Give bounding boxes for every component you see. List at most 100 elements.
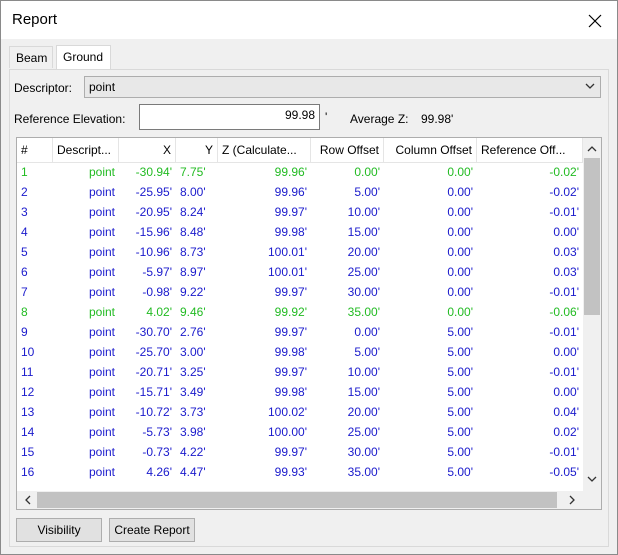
close-button[interactable] bbox=[583, 10, 607, 32]
horizontal-scroll-thumb[interactable] bbox=[37, 492, 557, 508]
table-row[interactable]: 14 point -5.73' 3.98' 100.00' 25.00' 5.00' 0.02… bbox=[17, 422, 583, 442]
table-row[interactable]: 4 point -15.96' 8.48' 99.98' 15.00' 0.00' 0.00' bbox=[17, 222, 583, 242]
window-title: Report bbox=[12, 11, 58, 28]
cell-descriptor: point bbox=[88, 465, 115, 479]
title-bar: Report bbox=[1, 1, 617, 39]
chevron-up-icon bbox=[587, 145, 597, 151]
average-z-value: 99.98' bbox=[421, 112, 454, 126]
cell-z: 99.92' bbox=[274, 305, 307, 319]
table-row[interactable]: 2 point -25.95' 8.00' 99.96' 5.00' 0.00' -0.02' bbox=[17, 182, 583, 202]
cell-reference-offset: -0.02' bbox=[549, 165, 579, 179]
scroll-down-arrow[interactable] bbox=[584, 471, 600, 487]
cell-row-offset: 5.00' bbox=[354, 345, 380, 359]
cell-z: 99.97' bbox=[274, 365, 307, 379]
table-row[interactable]: 16 point 4.26' 4.47' 99.93' 35.00' 5.00' -0.05' bbox=[17, 462, 583, 482]
cell-x: -30.70' bbox=[135, 325, 172, 339]
cell-z: 99.98' bbox=[274, 225, 307, 239]
cell-column-offset: 0.00' bbox=[447, 205, 473, 219]
cell-row-offset: 15.00' bbox=[347, 225, 380, 239]
vertical-scroll-thumb[interactable] bbox=[584, 158, 600, 315]
cell-row-offset: 0.00' bbox=[354, 165, 380, 179]
horizontal-scrollbar[interactable] bbox=[17, 491, 583, 509]
cell-z: 99.98' bbox=[274, 345, 307, 359]
reference-elevation-input[interactable]: 99.98 bbox=[139, 104, 320, 130]
cell-row-offset: 25.00' bbox=[347, 425, 380, 439]
table-row[interactable]: 13 point -10.72' 3.73' 100.02' 20.00' 5.00' 0.0… bbox=[17, 402, 583, 422]
cell-number: 15 bbox=[21, 445, 35, 459]
cell-y: 9.22' bbox=[180, 285, 206, 299]
table-row[interactable]: 5 point -10.96' 8.73' 100.01' 20.00' 0.00' 0.03… bbox=[17, 242, 583, 262]
table-row[interactable]: 1 point -30.94' 7.75' 99.96' 0.00' 0.00' -0.02' bbox=[17, 162, 583, 182]
cell-row-offset: 15.00' bbox=[347, 385, 380, 399]
col-header-row-offset[interactable]: Row Offset bbox=[311, 138, 384, 162]
tab-ground[interactable]: Ground bbox=[56, 45, 111, 70]
cell-x: -25.70' bbox=[135, 345, 172, 359]
cell-column-offset: 5.00' bbox=[447, 445, 473, 459]
cell-y: 8.48' bbox=[180, 225, 206, 239]
cell-number: 3 bbox=[21, 205, 28, 219]
points-grid[interactable]: # Descript... X Y Z (Calculate... Row Of… bbox=[16, 137, 602, 510]
cell-reference-offset: -0.01' bbox=[549, 285, 579, 299]
average-z-label: Average Z: bbox=[350, 112, 409, 126]
cell-reference-offset: 0.03' bbox=[553, 265, 579, 279]
cell-y: 3.00' bbox=[180, 345, 206, 359]
cell-row-offset: 35.00' bbox=[347, 305, 380, 319]
chevron-right-icon bbox=[569, 495, 575, 505]
col-header-column-offset[interactable]: Column Offset bbox=[384, 138, 477, 162]
cell-z: 100.01' bbox=[268, 265, 307, 279]
cell-reference-offset: 0.04' bbox=[553, 405, 579, 419]
cell-column-offset: 5.00' bbox=[447, 325, 473, 339]
grid-header: # Descript... X Y Z (Calculate... Row Of… bbox=[17, 138, 583, 163]
cell-row-offset: 10.00' bbox=[347, 365, 380, 379]
cell-reference-offset: 0.00' bbox=[553, 385, 579, 399]
cell-z: 99.93' bbox=[274, 465, 307, 479]
table-row[interactable]: 15 point -0.73' 4.22' 99.97' 30.00' 5.00' -0.01… bbox=[17, 442, 583, 462]
cell-x: -0.73' bbox=[142, 445, 172, 459]
scroll-up-arrow[interactable] bbox=[584, 140, 600, 156]
table-row[interactable]: 7 point -0.98' 9.22' 99.97' 30.00' 0.00' -0.01' bbox=[17, 282, 583, 302]
cell-y: 3.49' bbox=[180, 385, 206, 399]
descriptor-label: Descriptor: bbox=[14, 81, 73, 95]
cell-column-offset: 5.00' bbox=[447, 365, 473, 379]
col-header-descriptor[interactable]: Descript... bbox=[53, 138, 119, 162]
table-row[interactable]: 8 point 4.02' 9.46' 99.92' 35.00' 0.00' -0.06' bbox=[17, 302, 583, 322]
table-row[interactable]: 9 point -30.70' 2.76' 99.97' 0.00' 5.00' -0.01' bbox=[17, 322, 583, 342]
cell-column-offset: 5.00' bbox=[447, 345, 473, 359]
reference-unit: ' bbox=[325, 110, 328, 124]
create-report-button[interactable]: Create Report bbox=[109, 518, 195, 542]
cell-y: 8.24' bbox=[180, 205, 206, 219]
tab-beam[interactable]: Beam bbox=[9, 46, 53, 68]
cell-column-offset: 0.00' bbox=[447, 285, 473, 299]
vertical-scrollbar[interactable] bbox=[583, 138, 601, 491]
cell-number: 10 bbox=[21, 345, 35, 359]
table-row[interactable]: 11 point -20.71' 3.25' 99.97' 10.00' 5.00' -0.0… bbox=[17, 362, 583, 382]
table-row[interactable]: 10 point -25.70' 3.00' 99.98' 5.00' 5.00' 0.00' bbox=[17, 342, 583, 362]
cell-row-offset: 10.00' bbox=[347, 205, 380, 219]
col-header-reference-offset[interactable]: Reference Off... bbox=[477, 138, 583, 162]
col-header-x[interactable]: X bbox=[119, 138, 176, 162]
cell-descriptor: point bbox=[88, 425, 115, 439]
cell-z: 99.97' bbox=[274, 285, 307, 299]
cell-row-offset: 25.00' bbox=[347, 265, 380, 279]
col-header-z[interactable]: Z (Calculate... bbox=[218, 138, 311, 162]
cell-descriptor: point bbox=[88, 325, 115, 339]
cell-y: 3.98' bbox=[180, 425, 206, 439]
cell-z: 100.02' bbox=[268, 405, 307, 419]
visibility-button[interactable]: Visibility bbox=[16, 518, 102, 542]
table-row[interactable]: 3 point -20.95' 8.24' 99.97' 10.00' 0.00' -0.01… bbox=[17, 202, 583, 222]
table-row[interactable]: 12 point -15.71' 3.49' 99.98' 15.00' 5.00' 0.00… bbox=[17, 382, 583, 402]
cell-descriptor: point bbox=[88, 445, 115, 459]
col-header-number[interactable]: # bbox=[17, 138, 53, 162]
scroll-right-arrow[interactable] bbox=[564, 492, 580, 508]
cell-x: -5.97' bbox=[142, 265, 172, 279]
cell-column-offset: 5.00' bbox=[447, 425, 473, 439]
table-row[interactable]: 6 point -5.97' 8.97' 100.01' 25.00' 0.00' 0.03' bbox=[17, 262, 583, 282]
cell-y: 4.22' bbox=[180, 445, 206, 459]
cell-reference-offset: 0.03' bbox=[553, 245, 579, 259]
cell-row-offset: 20.00' bbox=[347, 245, 380, 259]
scroll-left-arrow[interactable] bbox=[19, 492, 35, 508]
cell-column-offset: 0.00' bbox=[447, 265, 473, 279]
descriptor-dropdown[interactable]: point bbox=[84, 76, 601, 98]
cell-number: 5 bbox=[21, 245, 28, 259]
col-header-y[interactable]: Y bbox=[176, 138, 218, 162]
